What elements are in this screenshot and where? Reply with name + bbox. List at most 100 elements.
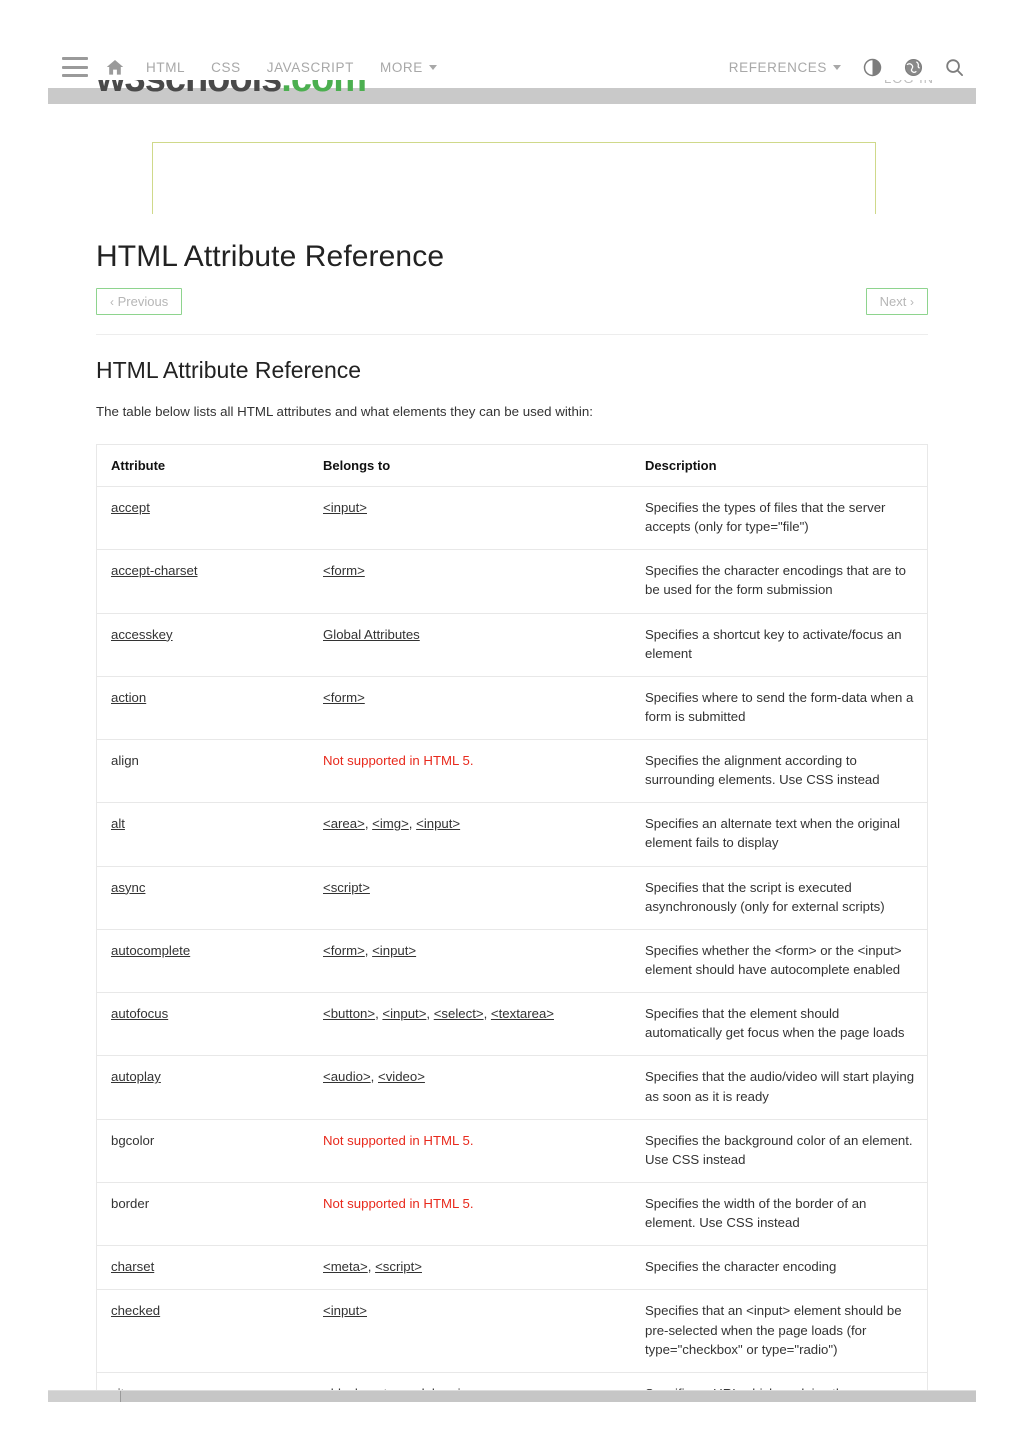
cell-belongs-to: <form> [309,549,631,614]
cell-description: Specifies the background color of an ele… [631,1119,927,1184]
cell-belongs-to: <input> [309,486,631,551]
cell-belongs-to: <script> [309,866,631,930]
next-button[interactable]: Next › [865,288,928,315]
attribute-name[interactable]: action [111,690,146,705]
element-link[interactable]: <input> [372,943,416,958]
cell-description: Specifies an alternate text when the ori… [631,802,927,867]
element-link[interactable]: <form> [323,943,365,958]
pager-row: ‹ Previous Next › [96,288,928,318]
login-button[interactable]: LOG IN [884,80,954,96]
table-row: autoplay <audio>, <video> Specifies that t… [97,1055,927,1120]
nav-link-javascript[interactable]: JAVASCRIPT [267,60,354,75]
table-row: accept-charset <form> Specifies the charac… [97,549,927,614]
cell-attribute: accept-charset [97,549,309,614]
element-link[interactable]: <input> [382,1006,426,1021]
table-row: async <script> Specifies that the script i… [97,866,927,930]
cell-description: Specifies the types of files that the se… [631,486,927,551]
table-row: accept <input> Specifies the types of file… [97,486,927,551]
element-link[interactable]: <script> [323,880,370,895]
cell-description: Specifies that the element should automa… [631,992,927,1057]
cell-attribute: bgcolor [97,1119,309,1184]
scrollbar-thumb[interactable] [48,1391,976,1402]
advertisement-placeholder [152,142,876,214]
column-header-description: Description [631,444,927,487]
cell-attribute: action [97,676,309,741]
attribute-name[interactable]: alt [111,816,125,831]
nav-link-css[interactable]: CSS [211,60,241,75]
cell-attribute: alt [97,802,309,867]
element-link[interactable]: <img> [372,816,409,831]
dark-mode-icon[interactable] [863,58,882,77]
cell-belongs-to: Not supported in HTML 5. [309,739,631,804]
element-link[interactable]: <form> [323,563,365,578]
cell-description: Specifies the alignment according to sur… [631,739,927,804]
nav-more-label: MORE [379,59,423,75]
previous-label: Previous [117,294,169,309]
globe-icon[interactable] [904,58,923,77]
nav-left-group: HTML CSS JAVASCRIPT MORE [62,57,437,77]
cell-belongs-to: <audio>, <video> [309,1055,631,1120]
attribute-name[interactable]: accept [111,500,150,515]
cell-attribute: async [97,866,309,930]
cell-belongs-to: Not supported in HTML 5. [309,1182,631,1247]
table-row: action <form> Specifies where to send the … [97,676,927,741]
element-link[interactable]: <meta> [323,1259,368,1274]
element-link[interactable]: Global Attributes [323,627,420,642]
element-link[interactable]: <area> [323,816,365,831]
search-icon[interactable] [945,58,964,77]
nav-link-references[interactable]: REFERENCES [729,60,841,75]
table-row: checked <input> Specifies that an <input> … [97,1289,927,1373]
element-link[interactable]: <form> [323,690,365,705]
cell-description: Specifies that an <input> element should… [631,1289,927,1373]
cell-attribute: accept [97,486,309,551]
scrollbar-track-left[interactable] [48,1391,120,1402]
nav-link-html[interactable]: HTML [146,60,185,75]
next-label: Next [879,294,907,309]
element-link[interactable]: <select> [434,1006,484,1021]
attribute-name[interactable]: charset [111,1259,154,1274]
element-link[interactable]: <audio> [323,1069,371,1084]
attribute-name[interactable]: checked [111,1303,160,1318]
nav-link-more[interactable]: MORE [380,60,437,75]
divider [96,334,928,335]
attribute-name[interactable]: accesskey [111,627,173,642]
table-row: autofocus <button>, <input>, <select>, <t… [97,992,927,1057]
not-supported-note: Not supported in HTML 5. [323,1196,474,1212]
hamburger-icon[interactable] [62,57,88,77]
attribute-name[interactable]: autofocus [111,1006,168,1021]
previous-button[interactable]: ‹ Previous [96,288,183,315]
element-link[interactable]: <input> [323,500,367,515]
home-icon[interactable] [106,59,124,76]
cell-belongs-to: Not supported in HTML 5. [309,1119,631,1184]
element-link[interactable]: <input> [323,1303,367,1318]
table-row: charset <meta>, <script> Specifies the cha… [97,1245,927,1291]
login-label: LOG IN [884,80,934,86]
attribute-name[interactable]: async [111,880,145,895]
cell-attribute: autocomplete [97,929,309,994]
element-link[interactable]: <input> [416,816,460,831]
table-row: bgcolor Not supported in HTML 5. Specifies… [97,1119,927,1184]
attribute-name[interactable]: autoplay [111,1069,161,1084]
element-link[interactable]: <textarea> [491,1006,554,1021]
attribute-name[interactable]: accept-charset [111,563,198,578]
cell-description: Specifies the character encodings that a… [631,549,927,614]
attribute-name: align [111,753,139,769]
attribute-name[interactable]: autocomplete [111,943,190,958]
element-link[interactable]: <button> [323,1006,375,1021]
table-row: autocomplete <form>, <input> Specifies whe… [97,929,927,994]
cell-description: Specifies a shortcut key to activate/foc… [631,613,927,677]
section-intro: The table below lists all HTML attribute… [96,404,593,419]
top-navigation-bar: HTML CSS JAVASCRIPT MORE REFERENCES [48,44,976,90]
cell-attribute: border [97,1182,309,1247]
list-separator: , [370,1069,378,1085]
attribute-reference-table-wrapper: Attribute Belongs to Description accept <… [96,443,928,1396]
cell-attribute: autofocus [97,992,309,1057]
cell-belongs-to: Global Attributes [309,613,631,677]
cell-description: Specifies whether the <form> or the <inp… [631,929,927,994]
hamburger-bar [62,65,88,69]
attribute-name: border [111,1196,150,1212]
element-link[interactable]: <script> [375,1259,422,1274]
element-link[interactable]: <video> [378,1069,425,1084]
horizontal-scrollbar[interactable] [48,1390,976,1402]
scrollbar-divider [120,1391,121,1402]
